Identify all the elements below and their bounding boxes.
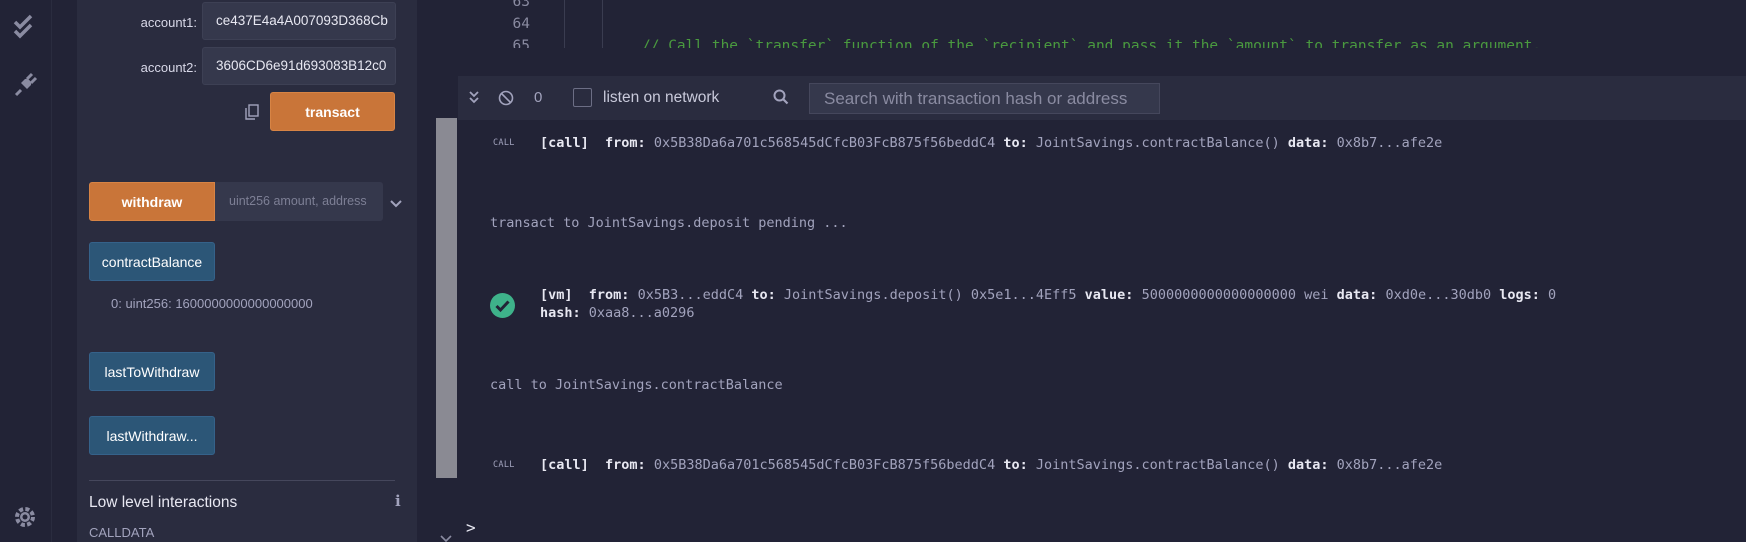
call-badge: CALL (493, 460, 515, 470)
terminal-output: CALL [call] from: 0x5B38Da6a701c568545dC… (458, 120, 1746, 542)
terminal-search-input[interactable]: Search with transaction hash or address (809, 83, 1160, 114)
chevron-down-icon[interactable] (390, 196, 402, 214)
calldata-label: CALLDATA (89, 525, 155, 540)
info-icon[interactable]: i (395, 492, 401, 510)
withdraw-button[interactable]: withdraw (89, 182, 215, 221)
withdraw-params-input[interactable]: uint256 amount, address (215, 182, 383, 221)
log-entry[interactable]: [call] from: 0x5B38Da6a701c568545dCfcB03… (540, 135, 1442, 151)
indent-guide (602, 0, 603, 48)
call-badge: CALL (493, 138, 515, 148)
contract-balance-result: 0: uint256: 1600000000000000000 (111, 296, 313, 311)
icon-rail (0, 0, 52, 542)
clear-icon[interactable] (498, 90, 514, 111)
transact-button[interactable]: transact (270, 92, 395, 131)
deploy-run-panel: account1: ce437E4a4A007093D368Cb account… (77, 0, 417, 542)
copy-icon[interactable] (245, 104, 259, 125)
check-icon[interactable] (12, 12, 40, 40)
call-message: call to JointSavings.contractBalance (490, 377, 783, 393)
plug-icon[interactable] (12, 70, 40, 98)
scroll-down-icon[interactable] (440, 530, 452, 542)
settings-icon[interactable] (12, 504, 40, 532)
panel-scrollbar-thumb[interactable] (436, 118, 457, 478)
log-hash: hash: 0xaa8...a0296 (540, 305, 695, 321)
pending-count: 0 (534, 89, 543, 106)
log-entry[interactable]: [vm] from: 0x5B3...eddC4 to: JointSaving… (540, 287, 1556, 303)
log-entry[interactable]: [call] from: 0x5B38Da6a701c568545dCfcB03… (540, 457, 1442, 473)
search-icon (773, 89, 789, 110)
line-number: 65 (512, 38, 530, 48)
success-check-icon (490, 293, 515, 323)
resize-gap[interactable] (458, 48, 1746, 76)
low-level-title: Low level interactions (89, 494, 238, 511)
account2-label: account2: (140, 60, 197, 75)
account2-input[interactable]: 3606CD6e91d693083B12c0 (202, 47, 396, 85)
last-to-withdraw-button[interactable]: lastToWithdraw (89, 352, 215, 391)
line-number: 63 (512, 0, 530, 10)
pending-message: transact to JointSavings.deposit pending… (490, 215, 848, 231)
double-chevron-down-icon[interactable] (468, 90, 480, 109)
contract-balance-button[interactable]: contractBalance (89, 242, 215, 281)
account1-label: account1: (140, 15, 197, 30)
terminal-toolbar: 0 listen on network Search with transact… (458, 76, 1746, 120)
divider (89, 480, 395, 481)
code-editor[interactable]: 63 64 65 // Call the `transfer` function… (458, 0, 1746, 48)
listen-checkbox[interactable] (573, 88, 592, 107)
gutter-divider (564, 0, 565, 48)
code-comment: // Call the `transfer` function of the `… (642, 38, 1542, 48)
listen-label: listen on network (603, 89, 720, 106)
last-withdraw-button[interactable]: lastWithdraw... (89, 416, 215, 455)
account1-input[interactable]: ce437E4a4A007093D368Cb (202, 2, 396, 40)
line-number: 64 (512, 16, 530, 32)
terminal-prompt[interactable]: > (466, 518, 476, 537)
